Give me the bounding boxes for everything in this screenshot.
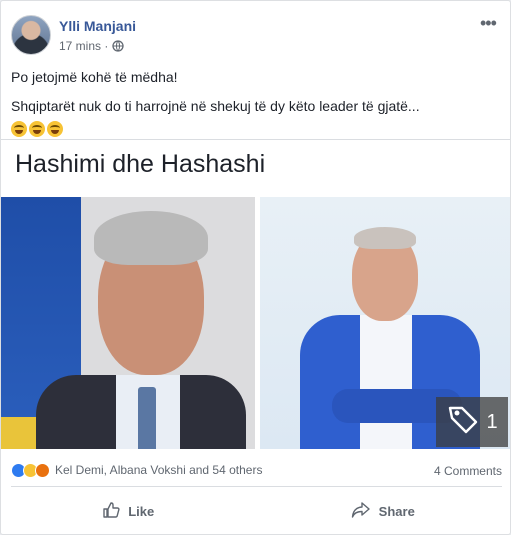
thumbs-up-icon xyxy=(102,501,120,522)
divider xyxy=(1,139,510,140)
globe-icon[interactable] xyxy=(112,40,125,52)
reactors-summary[interactable]: Kel Demi, Albana Vokshi and 54 others xyxy=(55,463,262,477)
post-line-2: Shqiptarët nuk do ti harrojnë në shekuj … xyxy=(11,98,420,114)
more-options-icon[interactable]: ••• xyxy=(480,14,502,33)
divider xyxy=(11,486,502,487)
tie xyxy=(138,387,156,449)
post-meta: 17 mins · xyxy=(59,39,125,53)
post-line-1: Po jetojmë kohë të mëdha! xyxy=(11,69,178,85)
angry-reaction-icon[interactable] xyxy=(35,462,50,478)
post-text: Po jetojmë kohë të mëdha! Shqiptarët nuk… xyxy=(11,67,502,137)
post-time[interactable]: 17 mins · xyxy=(59,39,108,53)
like-label: Like xyxy=(128,503,155,519)
photo-right[interactable]: 1 xyxy=(260,197,510,449)
post-card: Ylli Manjani 17 mins · ••• Po jetojmë ko… xyxy=(0,0,511,535)
comments-count[interactable]: 4 Comments xyxy=(434,464,502,478)
like-button[interactable]: Like xyxy=(1,495,256,527)
hair xyxy=(354,227,416,249)
photo-tag-button[interactable]: 1 xyxy=(436,397,508,447)
post-header: Ylli Manjani 17 mins · ••• xyxy=(11,14,502,57)
hair xyxy=(94,211,208,265)
laughing-emoji-icon xyxy=(47,121,63,137)
share-button[interactable]: Share xyxy=(256,495,511,527)
laughing-emoji-icon xyxy=(29,121,45,137)
author-name[interactable]: Ylli Manjani xyxy=(59,18,136,34)
avatar[interactable] xyxy=(11,15,51,55)
emoji-row xyxy=(11,121,502,137)
image-caption: Hashimi dhe Hashashi xyxy=(15,150,266,178)
photo-tag-count: 1 xyxy=(486,410,498,433)
action-bar: Like Share xyxy=(1,494,510,528)
shirt xyxy=(360,315,412,449)
laughing-emoji-icon xyxy=(11,121,27,137)
share-label: Share xyxy=(378,503,415,519)
photo-left[interactable] xyxy=(1,197,255,449)
tag-icon xyxy=(446,402,480,442)
share-arrow-icon xyxy=(351,501,371,522)
reactions-bar: Kel Demi, Albana Vokshi and 54 others 4 … xyxy=(11,460,502,480)
